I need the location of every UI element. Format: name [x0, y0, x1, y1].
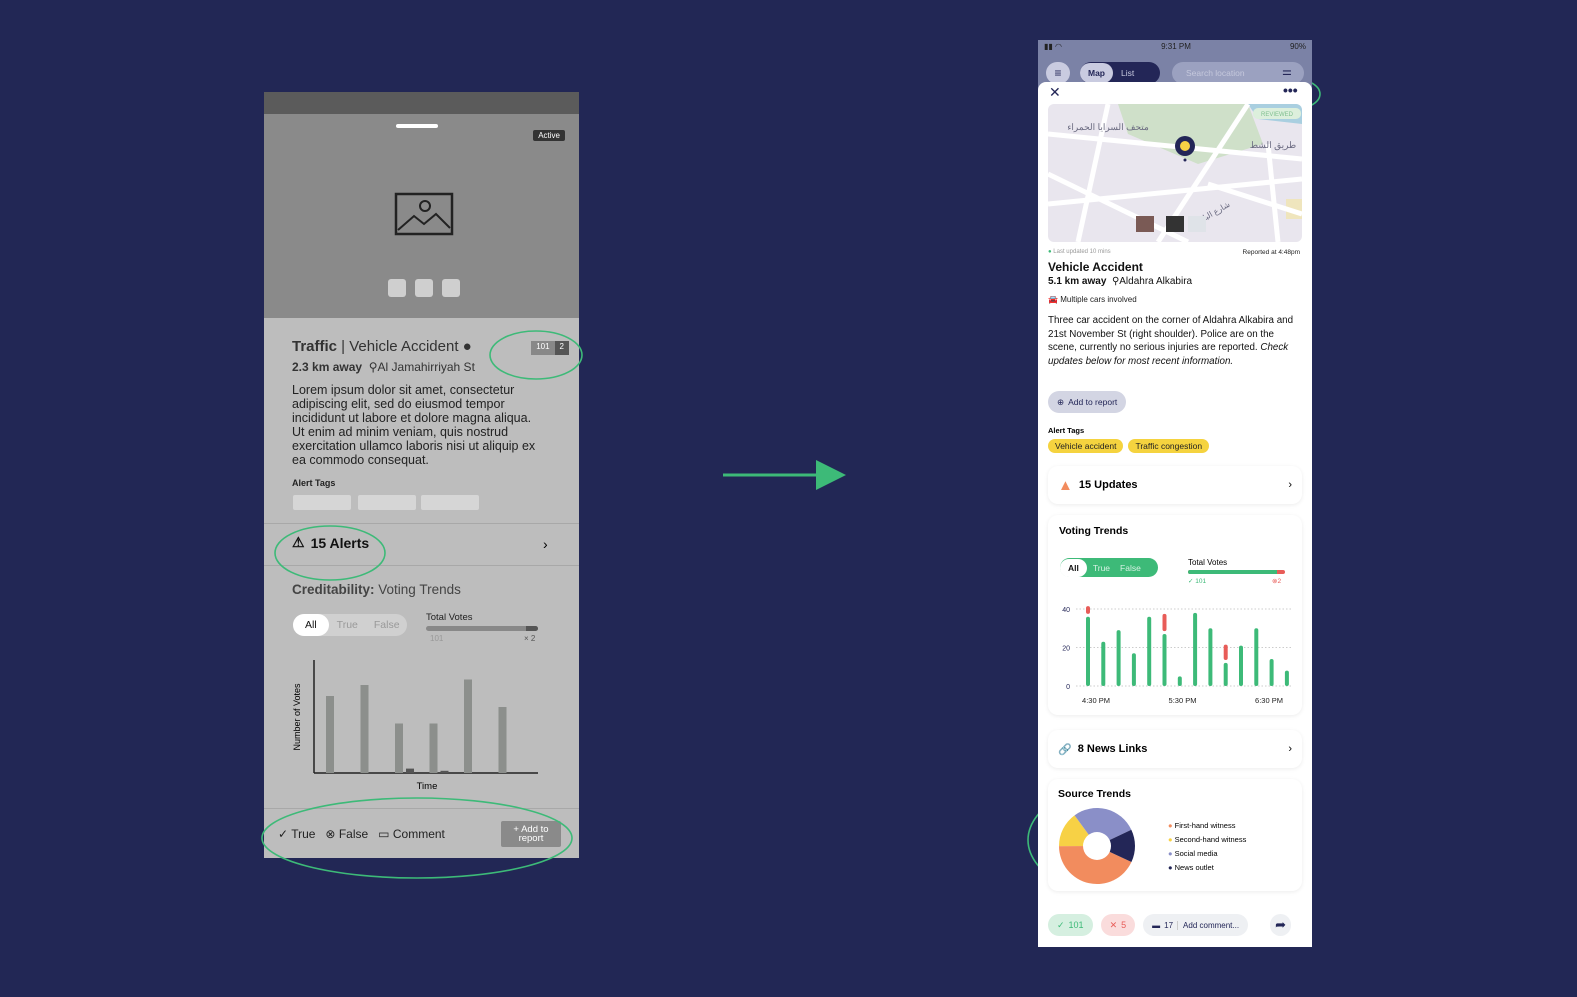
legend-item: ● News outlet — [1168, 863, 1214, 872]
y-tick-label: 40 — [1062, 607, 1070, 614]
x-tick-label: 6:30 PM — [1255, 696, 1283, 705]
plus-circle-icon: ⊕ — [1057, 396, 1065, 407]
close-icon[interactable]: ✕ — [1049, 84, 1061, 101]
tab-map[interactable]: Map — [1080, 63, 1113, 83]
car-icon: 🚘 — [1048, 295, 1058, 304]
tag[interactable]: Traffic congestion — [1128, 439, 1210, 453]
description: Three car accident on the corner of Alda… — [1048, 315, 1294, 368]
y-tick-label: 20 — [1062, 646, 1070, 653]
arrow-icon — [723, 460, 846, 490]
total-votes-label: Total Votes — [1188, 558, 1228, 567]
voting-trends-chart: 0 20 40 4:30 PM 5:30 PM 6:30 PM — [1062, 606, 1292, 705]
news-links-row[interactable]: 🔗 8 News Links › — [1048, 730, 1302, 768]
legend-item: ● Social media — [1168, 849, 1218, 858]
seg-all[interactable]: All — [1060, 558, 1087, 577]
reported-time: Reported at 4:48pm — [1242, 249, 1300, 256]
photo-thumbnail[interactable] — [1188, 216, 1206, 232]
share-icon[interactable]: ➦ — [1270, 914, 1291, 936]
map-label: متحف السرايا الحمراء — [1067, 122, 1149, 133]
bar-true — [1208, 628, 1213, 686]
seg-false[interactable]: False — [1116, 563, 1145, 573]
bar-true — [1131, 653, 1136, 686]
photo-thumbnail[interactable] — [1136, 216, 1154, 232]
legend-item: ● First-hand witness — [1168, 821, 1236, 830]
comment-input[interactable]: ▬ 17 Add comment... — [1143, 914, 1249, 936]
alert-detail-sheet: ✕ ••• متحف السرايا الحمراء طريق الشط شار… — [1038, 82, 1312, 947]
check-icon: ✓ — [1057, 919, 1065, 930]
photo-thumbnail[interactable] — [1166, 216, 1184, 232]
legend-item: ● Second-hand witness — [1168, 835, 1247, 844]
bar-true — [1223, 662, 1228, 686]
distance-location: 5.1 km away ⚲Aldahra Alkabira — [1048, 276, 1193, 287]
app-screen: ≡ Map List Search location ⚌ ▮▮ ◠ 9:31 PM 9… — [1038, 40, 1312, 947]
bar-true — [1116, 630, 1121, 686]
tv-false: ⊗2 — [1272, 578, 1282, 585]
menu-icon[interactable]: ≡ — [1046, 62, 1070, 84]
vote-false-button[interactable]: ✕ 5 — [1100, 914, 1136, 936]
alert-tags: Vehicle accident Traffic congestion — [1048, 439, 1210, 453]
bar-true — [1254, 628, 1259, 686]
voting-trends-card: Voting Trends All True False Total Votes ✓… — [1048, 515, 1302, 715]
bar-true — [1162, 634, 1167, 686]
bar-true — [1239, 645, 1243, 686]
x-tick-label: 4:30 PM — [1082, 696, 1110, 705]
chevron-right-icon: › — [1288, 479, 1292, 491]
tag[interactable]: Vehicle accident — [1048, 439, 1124, 453]
source-trends-card: Source Trends ● First-hand witness ● Seco… — [1048, 779, 1302, 891]
source-title: Source Trends — [1058, 788, 1131, 800]
more-options-icon[interactable]: ••• — [1283, 82, 1298, 98]
tv-true: ✓ 101 — [1188, 578, 1207, 585]
last-updated: ● Last updated 10 mins — [1048, 249, 1111, 255]
chevron-right-icon: › — [1288, 743, 1292, 755]
bar-true — [1193, 612, 1198, 686]
chart-legend: ● First-hand witness ● Second-hand witnes… — [1168, 819, 1246, 875]
x-icon: ✕ — [1109, 919, 1118, 930]
status-bar: ▮▮ ◠ 9:31 PM 90% — [1038, 40, 1312, 54]
updates-row[interactable]: ▲ 15 Updates › — [1048, 466, 1302, 504]
y-tick-label: 0 — [1066, 684, 1070, 691]
add-to-report-button[interactable]: ⊕ Add to report — [1048, 391, 1127, 413]
link-icon: 🔗 — [1058, 743, 1072, 756]
comment-icon: ▬ — [1152, 920, 1161, 930]
reviewed-badge: REVIEWED — [1261, 112, 1294, 118]
bar-false — [1223, 644, 1228, 661]
bar-false — [1086, 606, 1090, 614]
map-label: طريق الشط — [1250, 140, 1296, 151]
x-tick-label: 5:30 PM — [1169, 696, 1197, 705]
bar-false — [1162, 613, 1167, 632]
action-bar: ✓ 101 ✕ 5 ▬ 17 Add comment... ➦ — [1048, 914, 1291, 936]
warning-icon: ▲ — [1058, 476, 1073, 494]
vote-true-button[interactable]: ✓ 101 — [1048, 914, 1093, 936]
filter-icon[interactable]: ⚌ — [1282, 65, 1292, 78]
total-votes-bar — [1188, 570, 1285, 574]
vote-filter[interactable]: All True False — [1060, 558, 1158, 577]
map-view[interactable]: متحف السرايا الحمراء طريق الشط شارع البل… — [1048, 104, 1302, 242]
alert-title: Vehicle Accident — [1048, 260, 1143, 274]
alert-tags-label: Alert Tags — [1048, 426, 1085, 435]
view-toggle[interactable]: Map List — [1080, 62, 1160, 84]
bar-true — [1269, 659, 1274, 686]
signal-icon: ▮▮ ◠ — [1044, 42, 1063, 51]
voting-title: Voting Trends — [1059, 525, 1129, 537]
source-donut-chart — [1059, 808, 1135, 884]
annotation-layer — [261, 77, 1321, 909]
bar-true — [1147, 616, 1152, 686]
cars-info: 🚘 Multiple cars involved — [1048, 295, 1137, 304]
bar-true — [1101, 641, 1106, 686]
bar-true — [1086, 616, 1090, 686]
bar-true — [1177, 676, 1182, 686]
bar-true — [1284, 670, 1289, 686]
seg-true[interactable]: True — [1087, 563, 1116, 573]
tab-list[interactable]: List — [1113, 68, 1142, 78]
